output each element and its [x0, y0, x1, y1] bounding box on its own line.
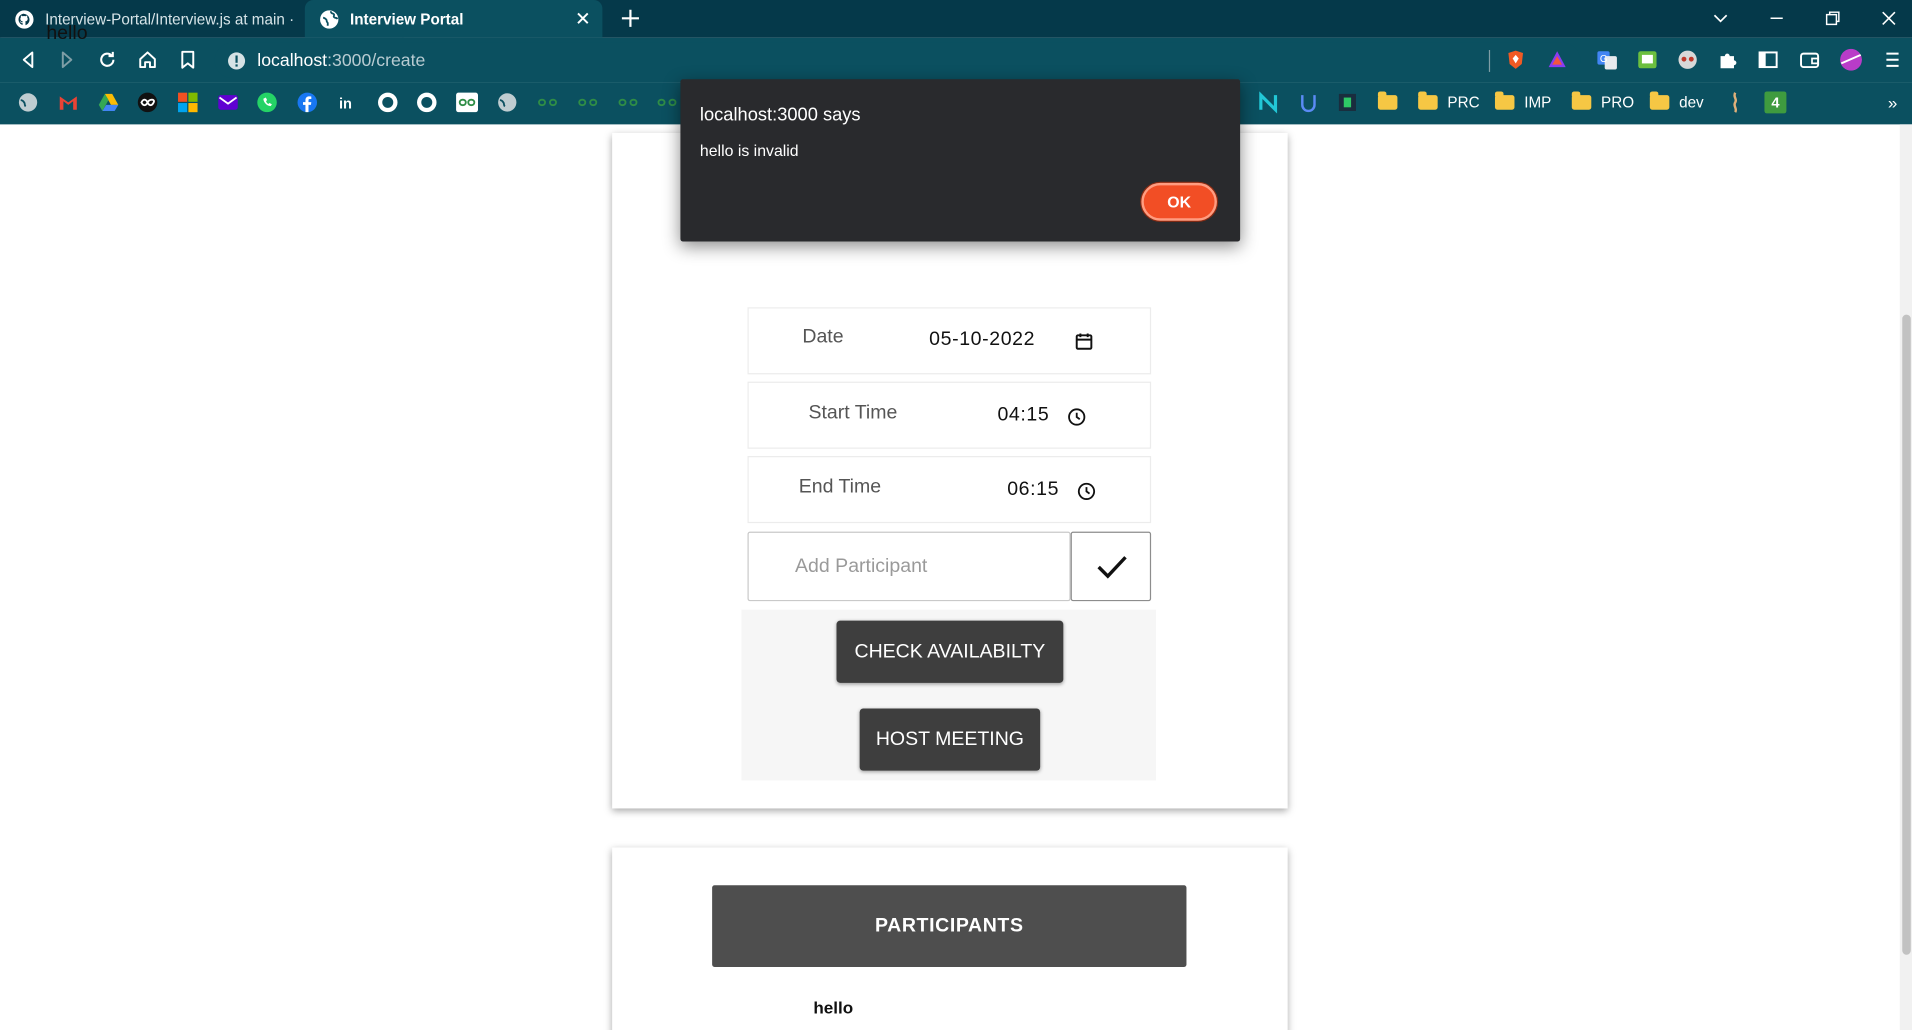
github-icon — [15, 9, 34, 29]
end-time-field[interactable]: End Time 06:15 — [747, 456, 1152, 524]
brave-rewards-icon[interactable] — [1546, 49, 1568, 71]
bookmark-folder-label: PRC — [1447, 93, 1480, 111]
yahoo-mail-icon[interactable] — [217, 91, 239, 113]
restore-icon[interactable] — [1824, 10, 1841, 27]
linkedin-icon[interactable]: in — [337, 91, 359, 113]
calendar-icon[interactable] — [1074, 332, 1094, 352]
tab-strip: Interview-Portal/Interview.js at main · … — [0, 0, 1912, 38]
tab-title: Interview Portal — [349, 10, 464, 28]
google-translate-icon[interactable]: G — [1596, 49, 1618, 71]
start-time-label: Start Time — [808, 402, 898, 424]
folder-icon — [1418, 91, 1438, 110]
bookmark-folder-prc[interactable]: PRC — [1418, 90, 1480, 114]
date-field[interactable]: Date 05-10-2022 — [747, 307, 1152, 375]
participants-header: PARTICIPANTS — [712, 885, 1187, 967]
url-path: :3000/create — [327, 50, 426, 71]
folder-icon — [1377, 91, 1398, 110]
profile-avatar-icon[interactable] — [1840, 48, 1863, 71]
folder-icon — [1571, 91, 1592, 110]
clock-icon[interactable] — [1077, 482, 1097, 502]
scrollbar-thumb[interactable] — [1902, 314, 1911, 955]
globe-bookmark-icon-2[interactable] — [496, 91, 518, 113]
geeksforgeeks-icon[interactable] — [456, 91, 479, 113]
gfg-bookmark-icon-4[interactable] — [656, 91, 678, 113]
github-bookmark-icon-2[interactable] — [416, 91, 438, 113]
url-host: localhost — [257, 50, 328, 71]
bookmark-folder-imp[interactable]: IMP — [1494, 90, 1552, 114]
microsoft-icon[interactable] — [177, 91, 199, 113]
add-participant-placeholder: Add Participant — [795, 556, 928, 577]
tab-interview-portal[interactable]: Interview Portal — [304, 0, 603, 38]
bookmark-folder-label: dev — [1679, 93, 1704, 111]
reload-icon[interactable] — [96, 49, 118, 71]
end-time-label: End Time — [798, 476, 882, 498]
google-drive-icon[interactable] — [98, 91, 120, 113]
host-meeting-button[interactable]: HOST MEETING — [859, 708, 1041, 771]
browser-toolbar: localhost:3000/create G — [0, 37, 1912, 83]
bookmark-folder-pro[interactable]: PRO — [1571, 90, 1635, 114]
url-text: localhost:3000/create — [257, 51, 425, 71]
clock-icon[interactable] — [1067, 407, 1087, 427]
end-time-value: 06:15 — [1007, 479, 1060, 500]
add-participant-input[interactable]: Add Participant — [747, 531, 1071, 602]
start-time-field[interactable]: Start Time 04:15 — [747, 381, 1152, 449]
bookmark-folder-label: IMP — [1524, 93, 1552, 111]
start-time-value: 04:15 — [997, 404, 1050, 426]
gfg-bookmark-icon-3[interactable] — [617, 91, 639, 113]
site-info-icon[interactable] — [227, 51, 247, 71]
folder-icon — [1649, 91, 1670, 110]
gmail-icon[interactable] — [57, 91, 79, 113]
meeting-title-value: hello — [46, 23, 88, 44]
participant-list-item: hello — [813, 997, 854, 1017]
dialog-ok-button[interactable]: OK — [1141, 182, 1217, 221]
codechef-icon[interactable] — [1724, 91, 1746, 113]
extensions-puzzle-icon[interactable] — [1717, 49, 1739, 71]
gfg-bookmark-icon-2[interactable] — [577, 91, 599, 113]
close-tab-icon[interactable] — [573, 9, 593, 29]
new-tab-icon[interactable] — [619, 7, 641, 29]
dialog-title: localhost:3000 says — [699, 104, 861, 126]
forward-icon[interactable] — [56, 49, 78, 71]
date-value: 05-10-2022 — [929, 329, 1036, 350]
whatsapp-icon[interactable] — [256, 91, 278, 113]
bookmarks-overflow-icon[interactable]: » — [1888, 93, 1898, 113]
add-participant-button[interactable] — [1070, 531, 1152, 602]
svg-text:G: G — [1600, 54, 1608, 65]
minimize-icon[interactable] — [1768, 10, 1785, 27]
globe-bookmark-icon[interactable] — [17, 91, 39, 113]
menu-icon[interactable] — [1882, 49, 1904, 71]
github-bookmark-icon[interactable] — [377, 91, 399, 113]
bookmark-badge[interactable]: 4 — [1764, 91, 1787, 114]
toolbar-divider — [1488, 49, 1491, 72]
date-label: Date — [802, 326, 844, 348]
dialog-message: hello is invalid — [699, 141, 799, 160]
bookmark-folder-unnamed[interactable] — [1377, 90, 1407, 114]
u-bookmark-icon[interactable] — [1297, 91, 1319, 113]
bookmark-folder-label: PRO — [1601, 93, 1635, 111]
bookmark-folder-dev[interactable]: dev — [1649, 90, 1704, 114]
tab-search-chevron-icon[interactable] — [1712, 10, 1729, 27]
brave-shields-icon[interactable] — [1505, 49, 1527, 71]
hackerrank-icon[interactable] — [1336, 91, 1358, 113]
notion-n-icon[interactable] — [1257, 91, 1279, 114]
sidebar-icon[interactable] — [1757, 49, 1779, 71]
bookmark-icon[interactable] — [177, 49, 199, 71]
home-icon[interactable] — [137, 49, 159, 71]
check-availability-button[interactable]: CHECK AVAILABILTY — [836, 620, 1064, 683]
facebook-icon[interactable] — [296, 91, 318, 113]
globe-icon — [320, 9, 339, 29]
close-window-icon[interactable] — [1880, 10, 1897, 27]
gfg-bookmark-icon[interactable] — [537, 91, 559, 113]
checkmark-icon — [1097, 556, 1127, 579]
folder-icon — [1494, 91, 1515, 110]
extension-printer-icon[interactable] — [1636, 49, 1658, 71]
alert-dialog: localhost:3000 says hello is invalid OK — [680, 79, 1241, 242]
svg-text:in: in — [339, 97, 352, 113]
infinity-bookmark-icon[interactable] — [137, 91, 159, 113]
back-icon[interactable] — [17, 49, 39, 71]
wallet-icon[interactable] — [1799, 49, 1821, 71]
address-bar[interactable]: localhost:3000/create — [214, 42, 1581, 79]
extension-mask-icon[interactable] — [1677, 49, 1699, 71]
